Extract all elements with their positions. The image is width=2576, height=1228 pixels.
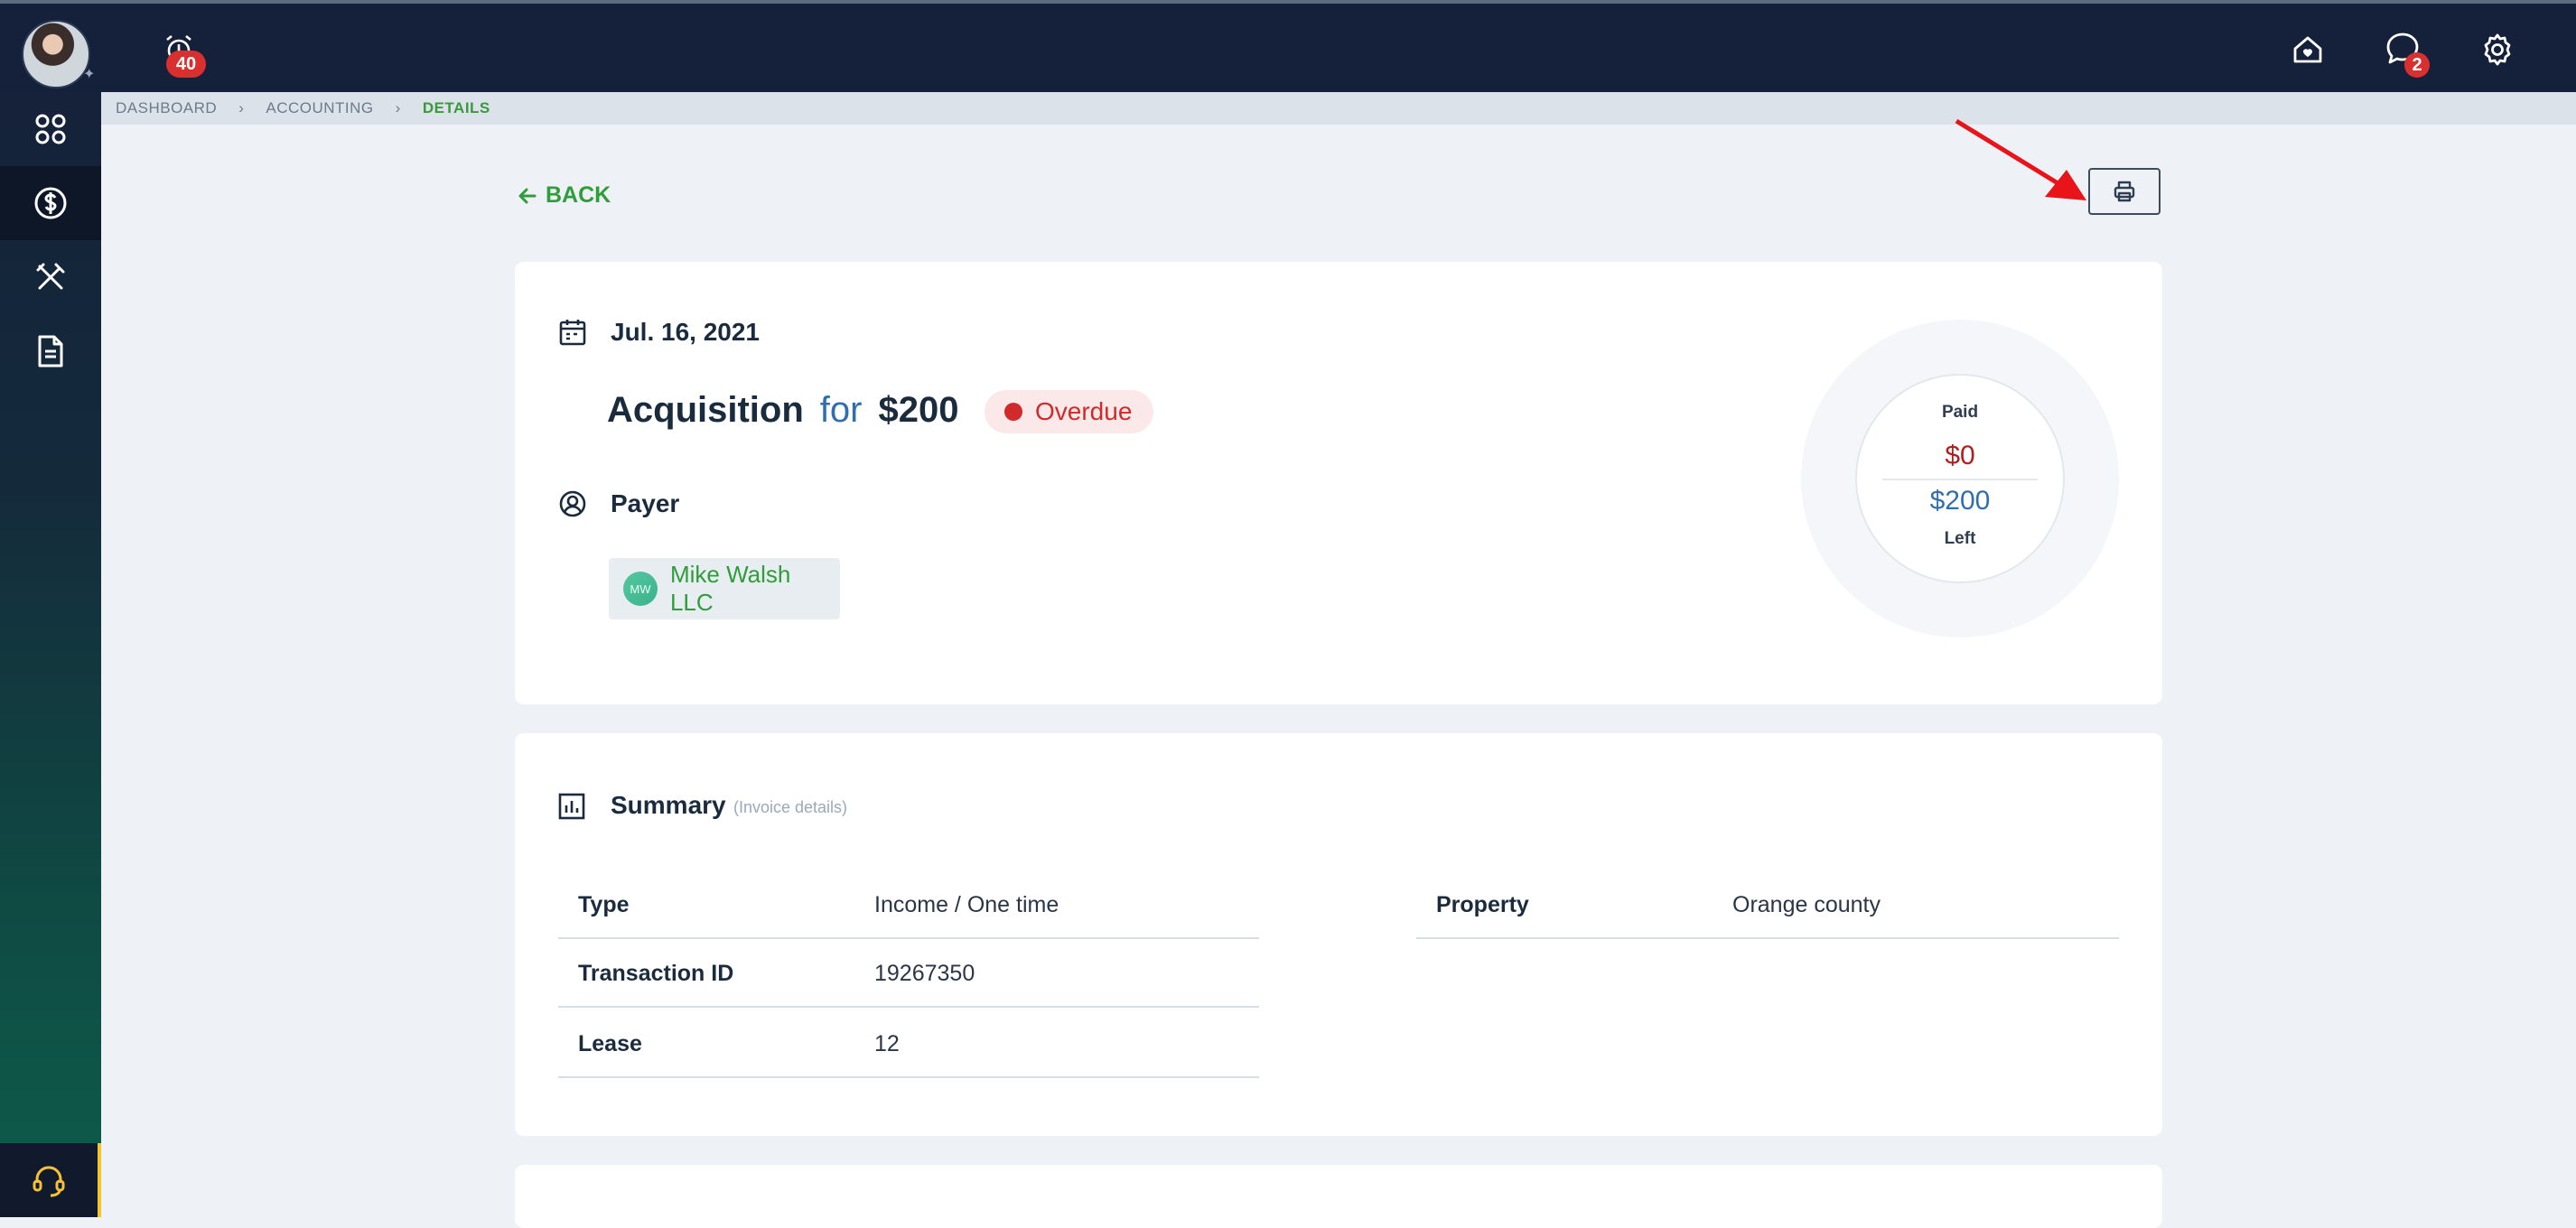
home-icon[interactable] bbox=[2287, 29, 2329, 70]
document-icon bbox=[38, 335, 63, 367]
invoice-amount: $200 bbox=[878, 390, 959, 430]
print-button[interactable] bbox=[2088, 168, 2161, 215]
top-bar: ✦ 40 2 bbox=[0, 0, 2576, 92]
paid-label: Paid bbox=[1941, 403, 1979, 422]
row-value: Orange county bbox=[1732, 892, 1881, 917]
annotation-arrow bbox=[1955, 118, 2086, 200]
back-button[interactable]: BACK bbox=[517, 182, 611, 209]
left-label: Left bbox=[1944, 529, 1976, 548]
invoice-category: Acquisition bbox=[607, 390, 804, 430]
alerts-count-badge: 40 bbox=[166, 51, 206, 78]
summary-card: Summary (Invoice details) Type Income / … bbox=[515, 733, 2162, 1136]
row-value: 12 bbox=[874, 1031, 900, 1056]
sidebar-item-accounting[interactable] bbox=[0, 166, 101, 240]
row-value: 19267350 bbox=[874, 961, 975, 986]
status-badge: Overdue bbox=[985, 390, 1154, 433]
row-key: Lease bbox=[578, 1031, 642, 1056]
sidebar-item-maintenance[interactable] bbox=[0, 240, 101, 314]
row-key: Type bbox=[578, 892, 630, 917]
status-label: Overdue bbox=[1035, 397, 1133, 425]
printer-icon bbox=[2114, 181, 2135, 202]
summary-row: Transaction ID 19267350 bbox=[558, 939, 1259, 1008]
user-circle-icon bbox=[559, 490, 586, 517]
pin-icon: ✦ bbox=[83, 67, 96, 82]
headset-icon bbox=[33, 1166, 65, 1197]
back-label: BACK bbox=[546, 182, 611, 208]
payment-donut: Paid $0 $200 Left bbox=[1801, 320, 2119, 637]
dollar-icon bbox=[34, 187, 67, 219]
breadcrumb: DASHBOARD › ACCOUNTING › DETAILS bbox=[101, 92, 2576, 125]
clock-icon bbox=[1004, 403, 1022, 421]
gear-icon[interactable] bbox=[2477, 29, 2518, 70]
arrow-left-icon bbox=[518, 188, 537, 203]
sidebar-item-documents[interactable] bbox=[0, 314, 101, 388]
payment-donut-center: Paid $0 $200 Left bbox=[1855, 374, 2065, 583]
payer-avatar: MW bbox=[623, 572, 658, 606]
grid-icon bbox=[35, 114, 66, 144]
invoice-date: Jul. 16, 2021 bbox=[611, 318, 761, 346]
sidebar bbox=[0, 92, 101, 1217]
tools-icon bbox=[36, 263, 65, 290]
chevron-right-icon: › bbox=[395, 99, 401, 116]
payer-name: Mike Walsh LLC bbox=[669, 561, 791, 616]
summary-subtitle: (Invoice details) bbox=[733, 798, 848, 816]
paid-amount: $0 bbox=[1945, 441, 1975, 470]
row-value: Income / One time bbox=[874, 892, 1059, 917]
summary-row: Type Income / One time bbox=[558, 870, 1259, 939]
messages-count-badge: 2 bbox=[2404, 52, 2430, 78]
payer-chip[interactable]: MW Mike Walsh LLC bbox=[609, 558, 840, 619]
bar-chart-icon bbox=[558, 793, 585, 820]
summary-row: Lease 12 bbox=[558, 1009, 1259, 1078]
payer-label: Payer bbox=[611, 489, 680, 517]
row-key: Property bbox=[1436, 892, 1529, 917]
next-card bbox=[515, 1165, 2162, 1228]
invoice-card: Jul. 16, 2021 Acquisition for $200 Overd… bbox=[515, 262, 2162, 704]
invoice-title: Acquisition for $200 bbox=[607, 390, 958, 431]
summary-title: Summary bbox=[611, 791, 726, 819]
user-avatar[interactable] bbox=[22, 20, 90, 88]
support-button[interactable] bbox=[0, 1143, 101, 1217]
breadcrumb-details: DETAILS bbox=[422, 99, 490, 116]
breadcrumb-dashboard[interactable]: DASHBOARD bbox=[101, 99, 217, 117]
calendar-icon bbox=[559, 320, 586, 346]
for-word: for bbox=[819, 390, 863, 430]
summary-row: Property Orange county bbox=[1416, 870, 2119, 939]
row-key: Transaction ID bbox=[578, 961, 734, 986]
divider bbox=[1882, 479, 2038, 480]
breadcrumb-accounting[interactable]: ACCOUNTING bbox=[244, 99, 373, 117]
chevron-right-icon: › bbox=[238, 99, 245, 116]
sidebar-item-dashboard[interactable] bbox=[0, 92, 101, 166]
left-amount: $200 bbox=[1929, 486, 1991, 516]
